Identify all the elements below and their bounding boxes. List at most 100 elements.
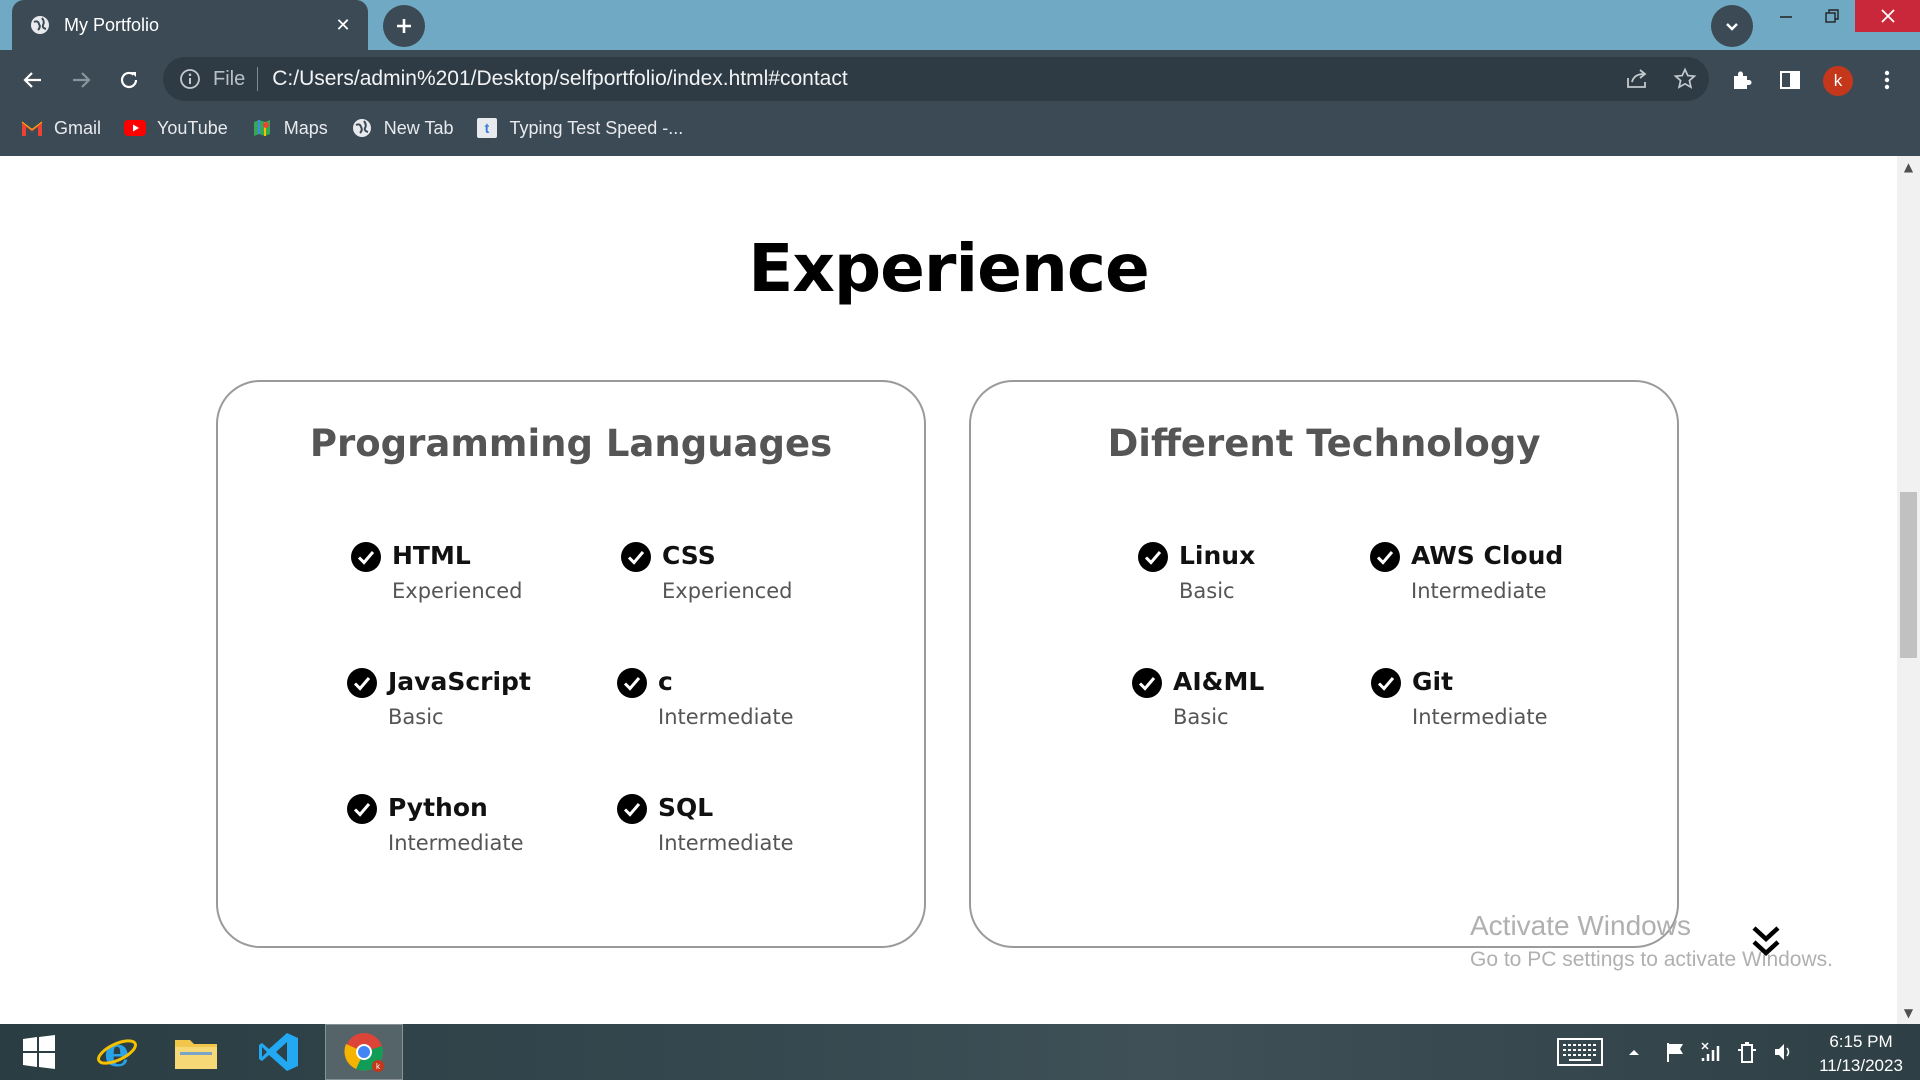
skill-level: Experienced (392, 579, 523, 603)
card-title: Programming Languages (309, 422, 833, 465)
bookmark-youtube[interactable]: YouTube (123, 117, 228, 139)
minimize-icon (1780, 16, 1792, 18)
taskbar-clock[interactable]: 6:15 PM 11/13/2023 (1806, 1030, 1916, 1078)
profile-avatar[interactable]: k (1823, 66, 1853, 96)
bookmark-star-icon[interactable] (1661, 57, 1709, 101)
checkmark-badge-icon (1132, 668, 1162, 698)
forward-button[interactable] (61, 60, 101, 100)
scrollbar-thumb[interactable] (1900, 492, 1917, 658)
share-icon[interactable] (1613, 57, 1661, 101)
tab-search-button[interactable] (1711, 5, 1753, 47)
windows-logo-icon (23, 1035, 55, 1069)
browser-menu-button[interactable] (1867, 60, 1907, 100)
tab-title: My Portfolio (64, 14, 160, 35)
folder-icon (175, 1040, 217, 1069)
skill-item: JavaScript Basic (346, 665, 531, 733)
globe-icon (30, 15, 50, 35)
action-center-button[interactable] (1660, 1024, 1690, 1080)
back-button[interactable] (13, 60, 53, 100)
side-panel-button[interactable] (1770, 60, 1810, 100)
checkmark-badge-icon (1371, 668, 1401, 698)
taskbar-vscode[interactable] (240, 1024, 318, 1080)
close-icon (1880, 9, 1895, 23)
reload-icon (120, 71, 138, 89)
skill-name: CSS (662, 541, 716, 570)
close-window-button[interactable] (1855, 0, 1920, 32)
skill-item: Git Intermediate (1370, 665, 1548, 733)
restore-icon (1825, 9, 1839, 23)
clock-time: 6:15 PM (1829, 1032, 1893, 1051)
taskbar-internet-explorer[interactable]: e (78, 1024, 156, 1080)
new-tab-button[interactable] (383, 5, 425, 47)
checkmark-badge-icon (617, 668, 647, 698)
scroll-down-arrow-icon[interactable]: ▼ (1897, 1006, 1920, 1020)
skill-name: AI&ML (1173, 667, 1265, 696)
extensions-button[interactable] (1722, 60, 1762, 100)
bookmark-label: Gmail (54, 117, 102, 138)
checkmark-badge-icon (1138, 542, 1168, 572)
skill-level: Basic (388, 705, 444, 729)
maps-icon (250, 117, 274, 139)
browser-tab[interactable]: My Portfolio ✕ (12, 0, 368, 50)
reload-button[interactable] (109, 60, 149, 100)
power-status-button[interactable] (1732, 1024, 1762, 1080)
skill-level: Basic (1179, 579, 1235, 603)
arrow-right-icon (73, 72, 91, 88)
taskbar-file-explorer[interactable] (157, 1024, 235, 1080)
browser-toolbar: File C:/Users/admin%201/Desktop/selfport… (0, 50, 1920, 156)
tab-close-icon[interactable]: ✕ (332, 15, 354, 36)
bookmark-maps[interactable]: Maps (250, 117, 328, 139)
skill-level: Experienced (662, 579, 793, 603)
skill-item: AWS Cloud Intermediate (1369, 539, 1563, 607)
windows-taskbar: e k 6:15 PM 11/13/2023 (0, 1024, 1920, 1080)
bookmark-gmail[interactable]: Gmail (20, 117, 101, 139)
address-url[interactable]: C:/Users/admin%201/Desktop/selfportfolio… (272, 67, 1613, 91)
touch-keyboard-button[interactable] (1556, 1024, 1604, 1080)
flag-icon (1667, 1043, 1683, 1062)
plus-icon (397, 19, 411, 33)
bookmark-label: Typing Test Speed -... (509, 117, 684, 138)
checkmark-badge-icon (1370, 542, 1400, 572)
puzzle-icon (1734, 71, 1752, 89)
skill-name: c (658, 667, 673, 696)
bookmark-new-tab[interactable]: New Tab (350, 117, 454, 139)
bookmark-label: YouTube (157, 117, 228, 138)
skill-item: Python Intermediate (346, 791, 524, 859)
bookmark-typing-test[interactable]: t Typing Test Speed -... (475, 117, 683, 139)
speaker-icon (1775, 1044, 1790, 1060)
skill-name: Python (388, 793, 488, 822)
address-bar[interactable]: File C:/Users/admin%201/Desktop/selfport… (163, 57, 1709, 101)
browser-titlebar: My Portfolio ✕ (0, 0, 1920, 50)
chevron-down-icon (1726, 23, 1738, 31)
bookmark-label: New Tab (383, 117, 454, 138)
skill-level: Intermediate (1411, 579, 1547, 603)
page-scrollbar[interactable]: ▲ ▼ (1897, 156, 1920, 1024)
skill-level: Intermediate (388, 831, 524, 855)
skill-name: HTML (392, 541, 471, 570)
start-button[interactable] (0, 1024, 78, 1080)
battery-plug-icon (1738, 1042, 1756, 1063)
svg-text:t: t (485, 120, 490, 136)
vscode-icon (259, 1033, 298, 1071)
info-icon[interactable] (179, 68, 201, 90)
restore-button[interactable] (1809, 0, 1855, 32)
skills-card-technology: Different Technology Linux Basic AWS Clo… (969, 380, 1679, 948)
chrome-icon: k (344, 1033, 384, 1072)
show-hidden-icons-button[interactable] (1620, 1024, 1648, 1080)
skill-item: AI&ML Basic (1131, 665, 1264, 733)
skills-card-programming: Programming Languages HTML Experienced C… (216, 380, 926, 948)
checkmark-badge-icon (351, 542, 381, 572)
typing-test-icon: t (475, 117, 499, 139)
skill-level: Intermediate (658, 705, 794, 729)
volume-button[interactable] (1768, 1024, 1798, 1080)
scroll-up-arrow-icon[interactable]: ▲ (1897, 160, 1920, 174)
minimize-button[interactable] (1763, 0, 1809, 32)
network-status-button[interactable] (1696, 1024, 1726, 1080)
globe-icon (350, 117, 374, 139)
taskbar-chrome[interactable]: k (325, 1024, 403, 1080)
skill-name: Linux (1179, 541, 1256, 570)
skill-level: Basic (1173, 705, 1229, 729)
bookmarks-bar: Gmail YouTube Maps New Tab t Typing Test… (0, 110, 705, 146)
double-chevron-down-icon[interactable] (1748, 924, 1784, 960)
skill-level: Intermediate (1412, 705, 1548, 729)
